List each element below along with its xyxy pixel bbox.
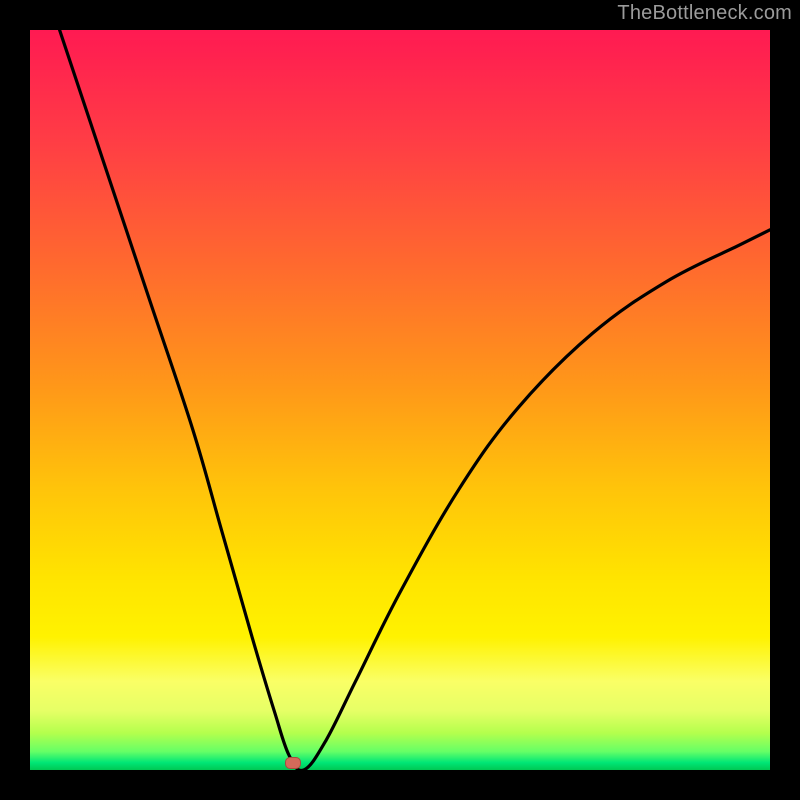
chart-plot-area xyxy=(30,30,770,770)
bottleneck-curve-path xyxy=(60,30,770,771)
chart-curve-svg xyxy=(30,30,770,770)
chart-stage: TheBottleneck.com xyxy=(0,0,800,800)
watermark-label: TheBottleneck.com xyxy=(617,2,792,25)
bottleneck-marker xyxy=(285,757,301,769)
